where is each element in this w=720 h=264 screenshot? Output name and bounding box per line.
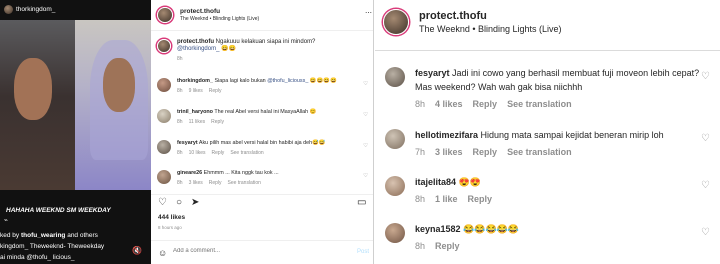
- media-caption-line: kingdom_ Theweeknd- Theweekday: [0, 243, 105, 250]
- comment-text: 😍😍: [458, 177, 481, 187]
- emoji-icon[interactable]: ☺: [158, 248, 167, 258]
- caption-row: protect.thofu Ngakuuu kelakuan siapa ini…: [157, 39, 373, 63]
- reply-button[interactable]: Reply: [468, 194, 493, 204]
- likes-count[interactable]: 3 likes: [435, 147, 463, 157]
- reply-button[interactable]: Reply: [473, 147, 498, 157]
- comment-username[interactable]: keyna1582: [415, 224, 461, 234]
- reply-button[interactable]: Reply: [435, 241, 460, 251]
- comment-icon[interactable]: ○: [176, 197, 182, 208]
- liked-by-user[interactable]: thofu_wearing: [21, 232, 65, 239]
- avatar[interactable]: [385, 67, 405, 87]
- comment-username[interactable]: trinil_haryono: [177, 109, 213, 115]
- avatar[interactable]: [157, 140, 171, 154]
- comment-mention[interactable]: @thofu_liciouss_: [267, 78, 308, 84]
- header-username[interactable]: protect.thofu: [180, 8, 259, 15]
- share-icon[interactable]: ⌁: [4, 216, 8, 224]
- comment-username[interactable]: thorkingdom_: [177, 78, 213, 84]
- reply-button[interactable]: Reply: [209, 88, 222, 94]
- comment-row: thorkingdom_ Siapa lagi kalo bukan @thof…: [157, 78, 373, 95]
- likes-count[interactable]: 10 likes: [189, 150, 206, 156]
- action-bar: ♡ ○ ➤: [158, 197, 199, 208]
- avatar[interactable]: [383, 9, 409, 35]
- heart-icon[interactable]: ♡: [363, 143, 368, 150]
- header-subtitle[interactable]: The Weeknd • Blinding Lights (Live): [180, 16, 259, 22]
- like-icon[interactable]: ♡: [158, 197, 167, 208]
- likes-count[interactable]: 3 likes: [189, 180, 203, 186]
- avatar[interactable]: [385, 223, 405, 243]
- comment-username[interactable]: fesyaryt: [415, 68, 450, 78]
- caption-text: Ngakuuu kelakuan siapa ini mindom?: [215, 39, 316, 45]
- post-header: protect.thofu The Weeknd • Blinding Ligh…: [157, 7, 259, 23]
- share-icon[interactable]: ➤: [191, 197, 199, 208]
- header-subtitle[interactable]: The Weeknd • Blinding Lights (Live): [419, 24, 562, 34]
- avatar: [4, 5, 13, 14]
- likes-count[interactable]: 1 like: [435, 194, 458, 204]
- see-translation-link[interactable]: See translation: [230, 150, 263, 156]
- comments-panel-small: protect.thofu The Weeknd • Blinding Ligh…: [151, 0, 374, 264]
- comment-row: keyna1582 😂😂😂😂😂 8h Reply ♡: [385, 222, 720, 253]
- comment-username[interactable]: fesyaryt: [177, 140, 198, 146]
- media-username-row[interactable]: thorkingdom_: [4, 5, 55, 14]
- avatar[interactable]: [157, 109, 171, 123]
- reply-button[interactable]: Reply: [473, 99, 498, 109]
- likes-count[interactable]: 11 likes: [189, 119, 206, 125]
- comment-row: fesyaryt Jadi ini cowo yang berhasil mem…: [385, 66, 720, 111]
- reply-button[interactable]: Reply: [211, 119, 224, 125]
- comment-row: itajelita84 😍😍 8h 1 like Reply ♡: [385, 175, 720, 206]
- comment-row: gineare26 Ehmmm ... Kita nggk tau kok ..…: [157, 170, 373, 187]
- media-username[interactable]: thorkingdom_: [16, 6, 55, 13]
- see-translation-link[interactable]: See translation: [507, 99, 572, 109]
- heart-icon[interactable]: ♡: [363, 112, 368, 119]
- avatar[interactable]: [157, 170, 171, 184]
- post-button[interactable]: Post: [357, 249, 369, 255]
- comment-username[interactable]: hellotimezifara: [415, 130, 478, 140]
- likes-total[interactable]: 444 likes: [158, 214, 185, 221]
- avatar[interactable]: [157, 7, 173, 23]
- comment-text: 😂😂😂😂😂: [463, 224, 520, 234]
- comment-text: Jadi ini cowo yang berhasil membuat fuji…: [415, 68, 700, 92]
- posted-ago: 8 hours ago: [158, 225, 182, 230]
- avatar[interactable]: [157, 39, 171, 53]
- see-translation-link[interactable]: See translation: [507, 147, 572, 157]
- comment-row: trinil_haryono The real Abel versi halal…: [157, 109, 373, 126]
- avatar[interactable]: [157, 78, 171, 92]
- divider: [151, 240, 373, 241]
- heart-icon[interactable]: ♡: [701, 226, 710, 240]
- caption-overlay: HAHAHA WEEKND SM WEEKDAY: [6, 207, 111, 214]
- reply-button[interactable]: Reply: [212, 150, 225, 156]
- comment-username[interactable]: gineare26: [177, 170, 202, 176]
- likes-count[interactable]: 9 likes: [189, 88, 203, 94]
- reply-button[interactable]: Reply: [209, 180, 222, 186]
- comment-username[interactable]: itajelita84: [415, 177, 456, 187]
- header-username[interactable]: protect.thofu: [419, 10, 562, 22]
- post-media[interactable]: thorkingdom_ HAHAHA WEEKND SM WEEKDAY ⌁ …: [0, 0, 151, 264]
- bookmark-icon[interactable]: ▭: [357, 197, 366, 208]
- heart-icon[interactable]: ♡: [701, 132, 710, 146]
- heart-icon[interactable]: ♡: [363, 173, 368, 180]
- likes-count[interactable]: 4 likes: [435, 99, 463, 109]
- face-right: [103, 58, 135, 112]
- heart-icon[interactable]: ♡: [363, 81, 368, 88]
- more-options-icon[interactable]: ⋯: [365, 9, 372, 17]
- post-header: protect.thofu The Weeknd • Blinding Ligh…: [383, 9, 562, 35]
- mute-icon[interactable]: 🔇: [132, 246, 142, 255]
- avatar[interactable]: [385, 129, 405, 149]
- comment-row: fesyaryt Aku pilih mas abel versi halal …: [157, 140, 373, 157]
- heart-icon[interactable]: ♡: [701, 70, 710, 84]
- comment-text: Hidung mata sampai kejidat beneran mirip…: [480, 130, 664, 140]
- divider: [375, 50, 720, 51]
- caption-mention[interactable]: @thorkingdom_: [177, 46, 219, 52]
- liked-by-line: ked by thofu_wearing and others: [0, 232, 98, 239]
- media-caption-line2: ai minda @thofu_ licious_: [0, 254, 75, 261]
- comments-panel-large: protect.thofu The Weeknd • Blinding Ligh…: [375, 0, 720, 264]
- comment-row: hellotimezifara Hidung mata sampai kejid…: [385, 128, 720, 159]
- see-translation-link[interactable]: See translation: [228, 180, 261, 186]
- caption-username[interactable]: protect.thofu: [177, 39, 214, 45]
- add-comment-input[interactable]: [173, 248, 323, 254]
- divider: [151, 30, 373, 31]
- avatar[interactable]: [385, 176, 405, 196]
- divider: [151, 194, 373, 195]
- heart-icon[interactable]: ♡: [701, 179, 710, 193]
- face-left: [14, 58, 52, 120]
